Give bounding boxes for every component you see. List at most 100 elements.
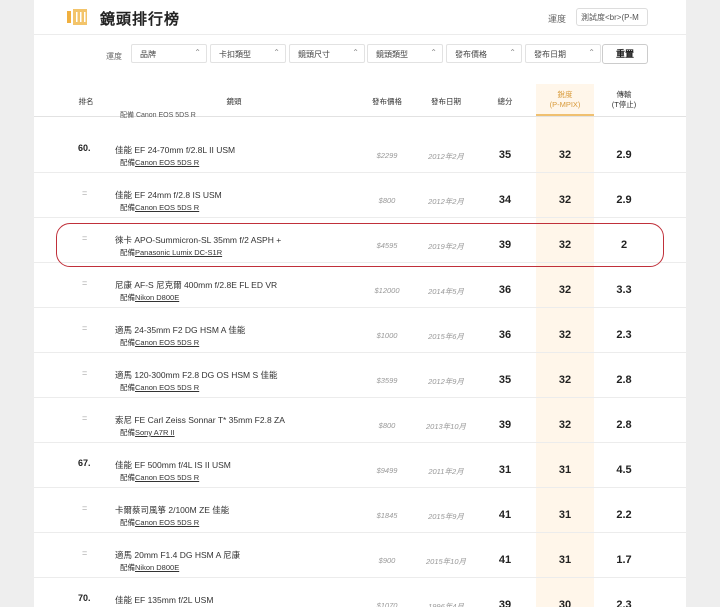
filter-lens-size-label: 鏡頭尺寸 xyxy=(298,50,330,59)
camera-link[interactable]: Canon EOS 5DS R xyxy=(135,338,199,347)
row-launch-price: $900 xyxy=(378,556,396,565)
table-row[interactable]: 60. 佳能 EF 24-70mm f/2.8L II USM 配備Canon EO… xyxy=(34,128,686,173)
camera-link[interactable]: Canon EOS 5DS R xyxy=(135,158,199,167)
row-launch-price: $3599 xyxy=(376,376,398,385)
row-lens-name[interactable]: 佳能 EF 500mm f/4L IS II USM xyxy=(115,459,231,471)
filter-lens-type[interactable]: 鏡頭類型 ⌃ xyxy=(367,44,443,63)
row-lens-name[interactable]: 適馬 24-35mm F2 DG HSM A 佳能 xyxy=(115,324,245,336)
row-rank: = xyxy=(82,188,88,198)
row-paired-camera: 配備Canon EOS 5DS R xyxy=(120,517,199,528)
col-lens[interactable]: 鏡頭 xyxy=(214,96,254,107)
col-score[interactable]: 總分 xyxy=(489,96,521,107)
row-lens-name[interactable]: 適馬 120-300mm F2.8 DG OS HSM S 佳能 xyxy=(115,369,277,381)
row-lens-name[interactable]: 尼康 AF-S 尼克爾 400mm f/2.8E FL ED VR xyxy=(115,279,277,291)
camera-link[interactable]: Nikon D800E xyxy=(135,563,179,572)
row-paired-camera: 配備Canon EOS 5DS R xyxy=(120,337,199,348)
row-resolution: 32 xyxy=(558,329,572,341)
table-row[interactable]: = 適馬 120-300mm F2.8 DG OS HSM S 佳能 配備Canon… xyxy=(34,353,686,398)
table-row[interactable]: = 適馬 24-35mm F2 DG HSM A 佳能 配備Canon EOS 5D… xyxy=(34,308,686,353)
row-score: 36 xyxy=(498,329,512,341)
sort-select[interactable]: 測試度<br>(P-M xyxy=(576,8,648,26)
camera-link[interactable]: Canon EOS 5DS R xyxy=(135,518,199,527)
row-launch-price: $12000 xyxy=(374,286,400,295)
col-stops[interactable]: 傳輸 (T停止) xyxy=(604,90,644,110)
row-resolution: 31 xyxy=(558,464,572,476)
filter-launch-date[interactable]: 發布日期 ⌃ xyxy=(525,44,601,63)
col-resolution[interactable]: 銳度 (P-MPIX) xyxy=(536,84,594,116)
camera-link[interactable]: Canon EOS 5DS R xyxy=(135,473,199,482)
row-launch-price: $800 xyxy=(378,421,396,430)
row-launch-date: 2013年10月 xyxy=(425,422,467,431)
filter-launch-date-label: 發布日期 xyxy=(534,50,566,59)
table-row[interactable]: = 索尼 FE Carl Zeiss Sonnar T* 35mm F2.8 ZA… xyxy=(34,398,686,443)
row-launch-price: $1845 xyxy=(376,511,398,520)
row-score: 36 xyxy=(498,284,512,296)
row-stops: 2.3 xyxy=(616,599,632,607)
row-lens-name[interactable]: 佳能 EF 24mm f/2.8 IS USM xyxy=(115,189,222,201)
row-stops: 2.9 xyxy=(616,149,632,161)
table-row[interactable]: = 佳能 EF 24mm f/2.8 IS USM 配備Canon EOS 5DS … xyxy=(34,173,686,218)
row-launch-date: 2015年9月 xyxy=(428,512,464,521)
row-score: 31 xyxy=(498,464,512,476)
row-score: 35 xyxy=(498,149,512,161)
col-launch-price[interactable]: 發布價格 xyxy=(367,96,407,107)
paired-prefix: 配備 xyxy=(120,563,135,572)
row-launch-price: $9499 xyxy=(376,466,398,475)
row-stops: 2.9 xyxy=(616,194,632,206)
row-launch-price: $2299 xyxy=(376,151,398,160)
table-row[interactable]: = 尼康 AF-S 尼克爾 400mm f/2.8E FL ED VR 配備Niko… xyxy=(34,263,686,308)
filter-lens-type-label: 鏡頭類型 xyxy=(376,50,408,59)
row-rank: 70. xyxy=(78,593,91,603)
row-lens-name[interactable]: 適馬 20mm F1.4 DG HSM A 尼康 xyxy=(115,549,240,561)
filter-launch-price[interactable]: 發布價格 ⌃ xyxy=(446,44,522,63)
row-lens-name[interactable]: 佳能 EF 24-70mm f/2.8L II USM xyxy=(115,144,235,156)
row-paired-camera: 配備Canon EOS 5DS R xyxy=(120,382,199,393)
row-resolution: 31 xyxy=(558,509,572,521)
camera-link[interactable]: Nikon D800E xyxy=(135,293,179,302)
paired-prefix: 配備 xyxy=(120,338,135,347)
paired-prefix: 配備 xyxy=(120,518,135,527)
chevron-up-icon: ⌃ xyxy=(273,48,280,57)
row-lens-name[interactable]: 佳能 EF 135mm f/2L USM xyxy=(115,594,213,606)
row-resolution: 32 xyxy=(558,374,572,386)
row-paired-camera: 配備Sony A7R II xyxy=(120,427,175,438)
row-stops: 2.3 xyxy=(616,329,632,341)
row-launch-date: 2015年10月 xyxy=(425,557,467,566)
table-row[interactable]: = 卡爾蔡司風箏 2/100M ZE 佳能 配備Canon EOS 5DS R $18… xyxy=(34,488,686,533)
filter-mount-type[interactable]: 卡扣類型 ⌃ xyxy=(210,44,286,63)
row-launch-price: $800 xyxy=(378,196,396,205)
row-lens-name[interactable]: 卡爾蔡司風箏 2/100M ZE 佳能 xyxy=(115,504,229,516)
row-score: 34 xyxy=(498,194,512,206)
row-stops: 2.8 xyxy=(616,374,632,386)
row-stops: 4.5 xyxy=(616,464,632,476)
ranking-card: 鏡頭排行榜 運度 測試度<br>(P-M 運度 品牌 ⌃ 卡扣類型 ⌃ 鏡頭尺寸 ⌃ … xyxy=(34,0,686,607)
chevron-up-icon: ⌃ xyxy=(509,48,516,57)
camera-link[interactable]: Canon EOS 5DS R xyxy=(135,383,199,392)
row-score: 39 xyxy=(498,599,512,607)
col-rank[interactable]: 排名 xyxy=(74,96,98,107)
row-resolution: 32 xyxy=(558,284,572,296)
filter-lens-size[interactable]: 鏡頭尺寸 ⌃ xyxy=(289,44,365,63)
row-rank: = xyxy=(82,278,88,288)
highlight-annotation xyxy=(56,223,664,267)
row-launch-date: 2014年5月 xyxy=(428,287,464,296)
chevron-up-icon: ⌃ xyxy=(588,48,595,57)
row-paired-camera: 配備Canon EOS 5DS R xyxy=(120,157,199,168)
camera-link[interactable]: Sony A7R II xyxy=(135,428,175,437)
chevron-up-icon: ⌃ xyxy=(352,48,359,57)
col-launch-date[interactable]: 發布日期 xyxy=(424,96,468,107)
table-row[interactable]: 70. 佳能 EF 135mm f/2L USM $1070 1996年4月 39 30 2… xyxy=(34,578,686,607)
row-launch-date: 2012年2月 xyxy=(428,152,464,161)
col-stops-title: 傳輸 xyxy=(616,90,632,99)
filter-launch-price-label: 發布價格 xyxy=(455,50,487,59)
filter-brand[interactable]: 品牌 ⌃ xyxy=(131,44,207,63)
table-row[interactable]: = 適馬 20mm F1.4 DG HSM A 尼康 配備Nikon D800E $9… xyxy=(34,533,686,578)
table-row[interactable]: 67. 佳能 EF 500mm f/4L IS II USM 配備Canon EOS… xyxy=(34,443,686,488)
reset-button[interactable]: 重置 xyxy=(602,44,648,64)
col-resolution-title: 銳度 xyxy=(557,90,573,99)
filter-mount-type-label: 卡扣類型 xyxy=(219,50,251,59)
row-lens-name[interactable]: 索尼 FE Carl Zeiss Sonnar T* 35mm F2.8 ZA xyxy=(115,414,285,426)
row-stops: 1.7 xyxy=(616,554,632,566)
camera-link[interactable]: Canon EOS 5DS R xyxy=(135,203,199,212)
row-rank: 60. xyxy=(78,143,91,153)
